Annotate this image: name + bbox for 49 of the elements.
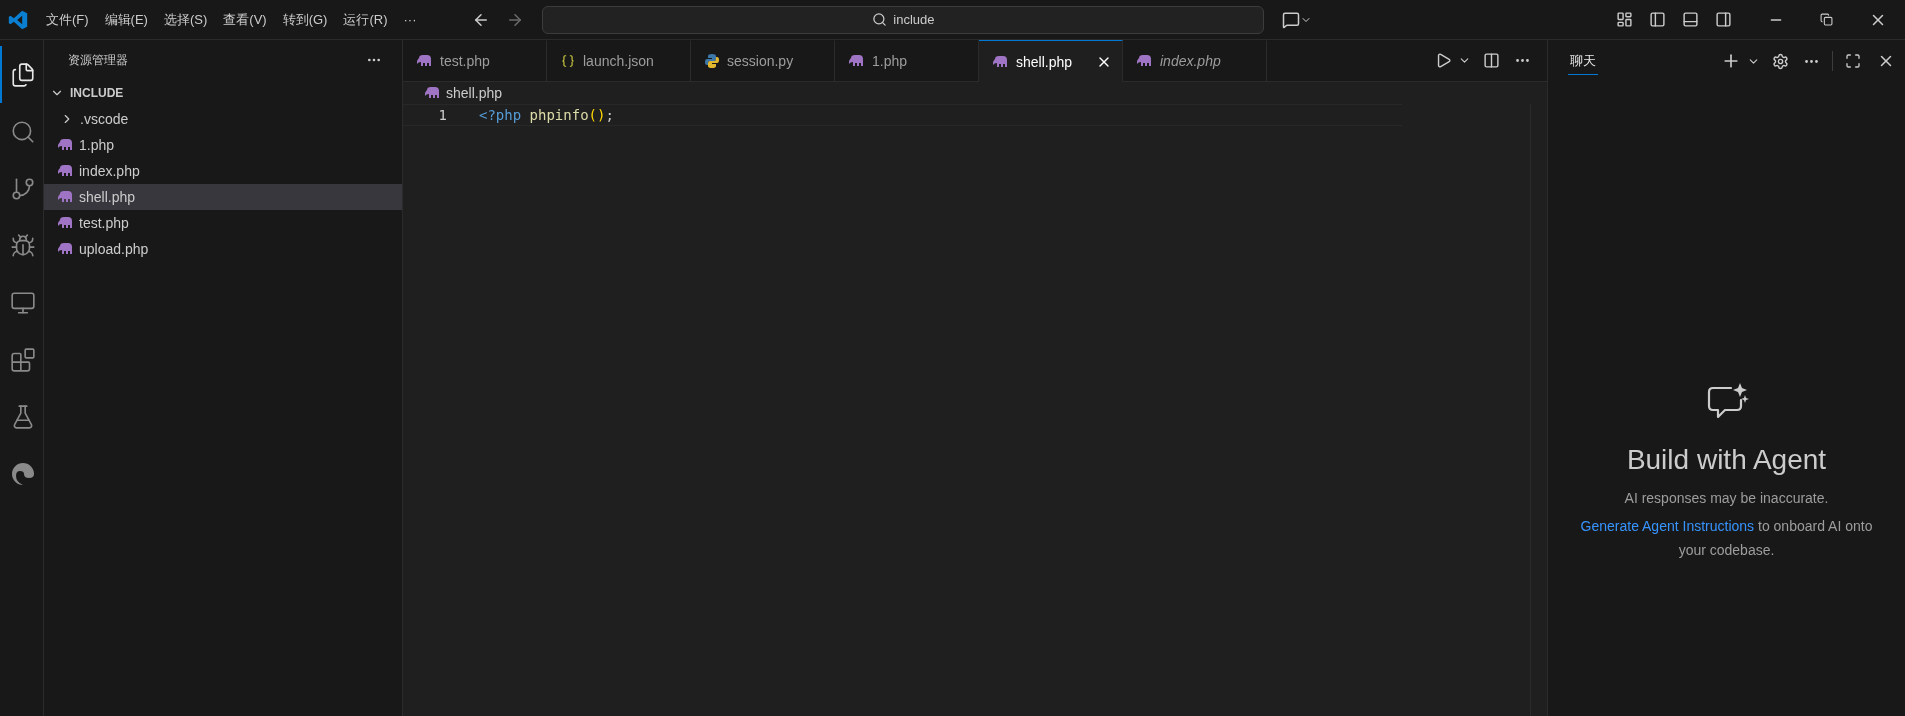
sidebar-title: 资源管理器 bbox=[68, 51, 128, 69]
elephant-icon bbox=[425, 87, 440, 99]
extensions-icon[interactable] bbox=[9, 346, 36, 373]
folder-item[interactable]: .vscode bbox=[44, 106, 402, 132]
elephant-icon bbox=[58, 243, 73, 255]
branch-icon[interactable] bbox=[9, 175, 36, 202]
elephant-icon bbox=[58, 191, 73, 203]
monitor-icon[interactable] bbox=[9, 289, 36, 316]
chat-tab[interactable]: 聊天 bbox=[1568, 47, 1598, 75]
line-number: 1 bbox=[437, 107, 448, 123]
menu-item[interactable]: 运行(R) bbox=[335, 6, 396, 33]
run-icon[interactable] bbox=[1435, 52, 1452, 69]
menu-item[interactable]: 选择(S) bbox=[155, 6, 216, 33]
file-item[interactable]: shell.php bbox=[44, 184, 402, 210]
python-icon bbox=[705, 54, 719, 68]
menu-more[interactable]: ··· bbox=[395, 8, 425, 31]
app-logo-icon[interactable] bbox=[8, 9, 28, 30]
editor-tab[interactable]: shell.php bbox=[979, 40, 1123, 82]
elephant-icon bbox=[58, 217, 73, 229]
elephant-icon bbox=[1137, 55, 1152, 67]
folder-item[interactable]: INCLUDE bbox=[44, 80, 402, 106]
breadcrumb[interactable]: shell.php bbox=[446, 85, 503, 101]
menu-item[interactable]: 转到(G) bbox=[274, 6, 336, 33]
menu-item[interactable]: 编辑(E) bbox=[96, 6, 156, 33]
disclaimer-text: AI responses may be inaccurate. bbox=[1624, 490, 1829, 506]
file-item[interactable]: upload.php bbox=[44, 236, 402, 262]
code-line: <?php phpinfo(); bbox=[479, 107, 614, 123]
search-icon bbox=[872, 12, 888, 27]
chat-title: Build with Agent bbox=[1626, 444, 1827, 476]
maximize-icon[interactable] bbox=[1845, 53, 1861, 69]
elephant-icon bbox=[849, 55, 864, 67]
split-editor-icon[interactable] bbox=[1483, 52, 1500, 69]
menu-item[interactable]: 文件(F) bbox=[38, 6, 97, 33]
braces-icon bbox=[561, 54, 575, 68]
edge-logo-icon bbox=[10, 461, 35, 486]
files-icon[interactable] bbox=[9, 61, 36, 88]
elephant-icon bbox=[417, 55, 432, 67]
file-item[interactable]: test.php bbox=[44, 210, 402, 236]
instructions-link[interactable]: Generate Agent Instructions bbox=[1580, 518, 1755, 534]
file-item[interactable]: 1.php bbox=[44, 132, 402, 158]
bug-icon[interactable] bbox=[9, 232, 36, 259]
elephant-icon bbox=[58, 139, 73, 151]
onboard-text: Generate Agent Instructions to onboard AI onto your codebase. bbox=[1579, 517, 1874, 560]
menu-item[interactable]: 查看(V) bbox=[215, 6, 275, 33]
search-field[interactable]: include bbox=[542, 5, 1265, 34]
elephant-icon bbox=[993, 55, 1008, 68]
settings-icon[interactable] bbox=[1772, 52, 1789, 70]
elephant-icon bbox=[58, 165, 73, 177]
file-item[interactable]: index.php bbox=[44, 158, 402, 184]
